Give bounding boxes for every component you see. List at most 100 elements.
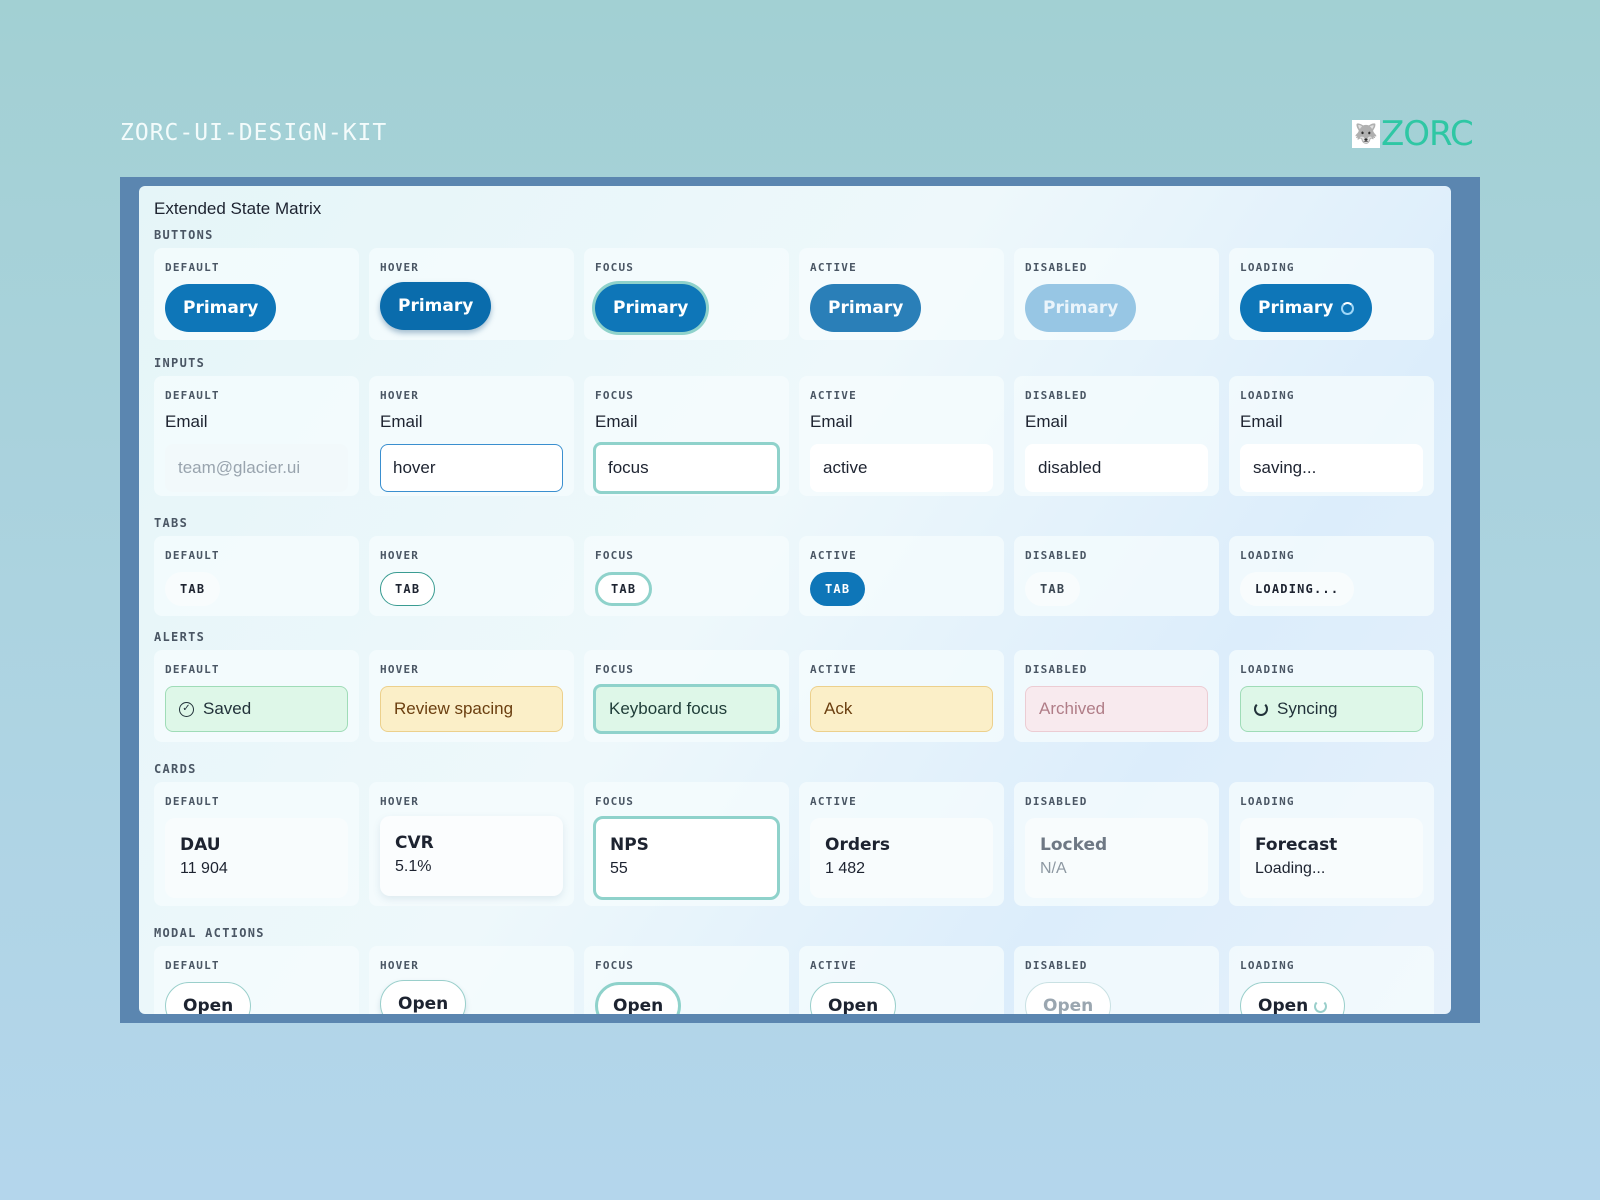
brand-logo: 🐺 ZORC [1352, 117, 1474, 151]
state-label: LOADING [1240, 389, 1295, 402]
alert-text: Review spacing [394, 699, 514, 718]
card-cell-active: ACTIVE Orders 1 482 [799, 782, 1004, 906]
email-input-hover[interactable]: hover [380, 444, 563, 492]
state-label: FOCUS [595, 549, 635, 562]
primary-button-hover[interactable]: Primary [380, 282, 492, 330]
state-label: ACTIVE [810, 959, 857, 972]
state-label: FOCUS [595, 959, 635, 972]
primary-button-loading[interactable]: Primary [1240, 284, 1373, 332]
button-cell-disabled: DISABLED Primary [1014, 248, 1219, 340]
alert-cell-hover: HOVER Review spacing [369, 650, 574, 742]
email-input-focus[interactable]: focus [593, 442, 780, 494]
input-cell-focus: FOCUS Email focus [584, 376, 789, 496]
open-button-default[interactable]: Open [165, 982, 252, 1014]
section-label-tabs: TABS [154, 516, 189, 530]
button-cell-default: DEFAULT Primary [154, 248, 359, 340]
state-label: DEFAULT [165, 261, 220, 274]
card-cell-hover: HOVER CVR 5.1% [369, 782, 574, 906]
card-title: NPS [610, 835, 649, 855]
modal-cell-hover: HOVER Open [369, 946, 574, 1014]
modal-cell-default: DEFAULT Open [154, 946, 359, 1014]
metric-card-loading[interactable]: Forecast Loading... [1240, 818, 1423, 898]
state-label: ACTIVE [810, 261, 857, 274]
tab-cell-default: DEFAULT TAB [154, 536, 359, 616]
input-cell-active: ACTIVE Email active [799, 376, 1004, 496]
primary-button-default[interactable]: Primary [165, 284, 277, 332]
state-label: DEFAULT [165, 959, 220, 972]
tab-focus[interactable]: TAB [595, 572, 653, 606]
tab-cell-active: ACTIVE TAB [799, 536, 1004, 616]
state-label: LOADING [1240, 549, 1295, 562]
input-cell-hover: HOVER Email hover [369, 376, 574, 496]
tab-cell-loading: LOADING LOADING... [1229, 536, 1434, 616]
button-label: Open [613, 996, 664, 1014]
tab-hover[interactable]: TAB [380, 572, 436, 606]
state-label: DISABLED [1025, 795, 1088, 808]
button-label: Primary [1258, 298, 1334, 318]
primary-button-focus[interactable]: Primary [595, 284, 707, 332]
email-input-default[interactable]: team@glacier.ui [165, 444, 348, 492]
alert-text: Ack [824, 699, 853, 718]
tab-loading[interactable]: LOADING... [1240, 572, 1355, 606]
input-cell-loading: LOADING Email saving... [1229, 376, 1434, 496]
state-label: DEFAULT [165, 549, 220, 562]
section-label-modal-actions: MODAL ACTIONS [154, 926, 265, 940]
tab-cell-focus: FOCUS TAB [584, 536, 789, 616]
email-label: Email [1240, 412, 1283, 431]
primary-button-active[interactable]: Primary [810, 284, 922, 332]
section-label-cards: CARDS [154, 762, 197, 776]
tabs-row: DEFAULT TAB HOVER TAB FOCUS TAB ACTIVE T… [154, 536, 1436, 616]
alert-review[interactable]: Review spacing [380, 686, 563, 732]
button-label: Primary [398, 296, 474, 316]
state-label: ACTIVE [810, 549, 857, 562]
alert-ack[interactable]: Ack [810, 686, 993, 732]
button-label: Open [828, 996, 879, 1014]
state-label: DISABLED [1025, 389, 1088, 402]
card-title: Orders [825, 835, 891, 855]
open-button-active[interactable]: Open [810, 982, 897, 1014]
card-cell-focus: FOCUS NPS 55 [584, 782, 789, 906]
button-label: Open [183, 996, 234, 1014]
state-label: DEFAULT [165, 389, 220, 402]
buttons-row: DEFAULT Primary HOVER Primary FOCUS Prim… [154, 248, 1436, 340]
alert-cell-active: ACTIVE Ack [799, 650, 1004, 742]
panel-title: Extended State Matrix [154, 199, 322, 218]
state-label: DISABLED [1025, 663, 1088, 676]
metric-card-hover[interactable]: CVR 5.1% [380, 816, 563, 896]
input-cell-disabled: DISABLED Email disabled [1014, 376, 1219, 496]
state-label: DEFAULT [165, 795, 220, 808]
button-label: Primary [828, 298, 904, 318]
button-cell-loading: LOADING Primary [1229, 248, 1434, 340]
metric-card-active[interactable]: Orders 1 482 [810, 818, 993, 898]
section-label-inputs: INPUTS [154, 356, 206, 370]
open-button-hover[interactable]: Open [380, 980, 467, 1014]
state-label: HOVER [380, 663, 420, 676]
modal-cell-disabled: DISABLED Open [1014, 946, 1219, 1014]
state-label: DISABLED [1025, 959, 1088, 972]
tab-active[interactable]: TAB [810, 572, 866, 606]
email-input-loading[interactable]: saving... [1240, 444, 1423, 492]
card-cell-default: DEFAULT DAU 11 904 [154, 782, 359, 906]
state-label: LOADING [1240, 959, 1295, 972]
alert-keyboard-focus[interactable]: Keyboard focus [593, 684, 780, 734]
metric-card-default[interactable]: DAU 11 904 [165, 818, 348, 898]
alerts-row: DEFAULT ✓ Saved HOVER Review spacing FOCU… [154, 650, 1436, 742]
state-label: HOVER [380, 959, 420, 972]
window-frame: Extended State Matrix BUTTONS DEFAULT Pr… [120, 177, 1480, 1023]
email-label: Email [595, 412, 638, 431]
open-button-disabled: Open [1025, 982, 1112, 1014]
card-title: Forecast [1255, 835, 1338, 855]
input-cell-default: DEFAULT Email team@glacier.ui [154, 376, 359, 496]
alert-cell-disabled: DISABLED Archived [1014, 650, 1219, 742]
spinner-icon [1314, 999, 1328, 1013]
metric-card-focus[interactable]: NPS 55 [593, 816, 780, 900]
open-button-focus[interactable]: Open [595, 982, 682, 1014]
alert-text: Archived [1039, 699, 1106, 718]
tab-default[interactable]: TAB [165, 572, 221, 606]
card-value: Loading... [1255, 860, 1326, 877]
modal-cell-active: ACTIVE Open [799, 946, 1004, 1014]
state-matrix-panel: Extended State Matrix BUTTONS DEFAULT Pr… [139, 186, 1451, 1014]
email-input-active[interactable]: active [810, 444, 993, 492]
button-label: Open [398, 994, 449, 1014]
open-button-loading[interactable]: Open [1240, 982, 1346, 1014]
